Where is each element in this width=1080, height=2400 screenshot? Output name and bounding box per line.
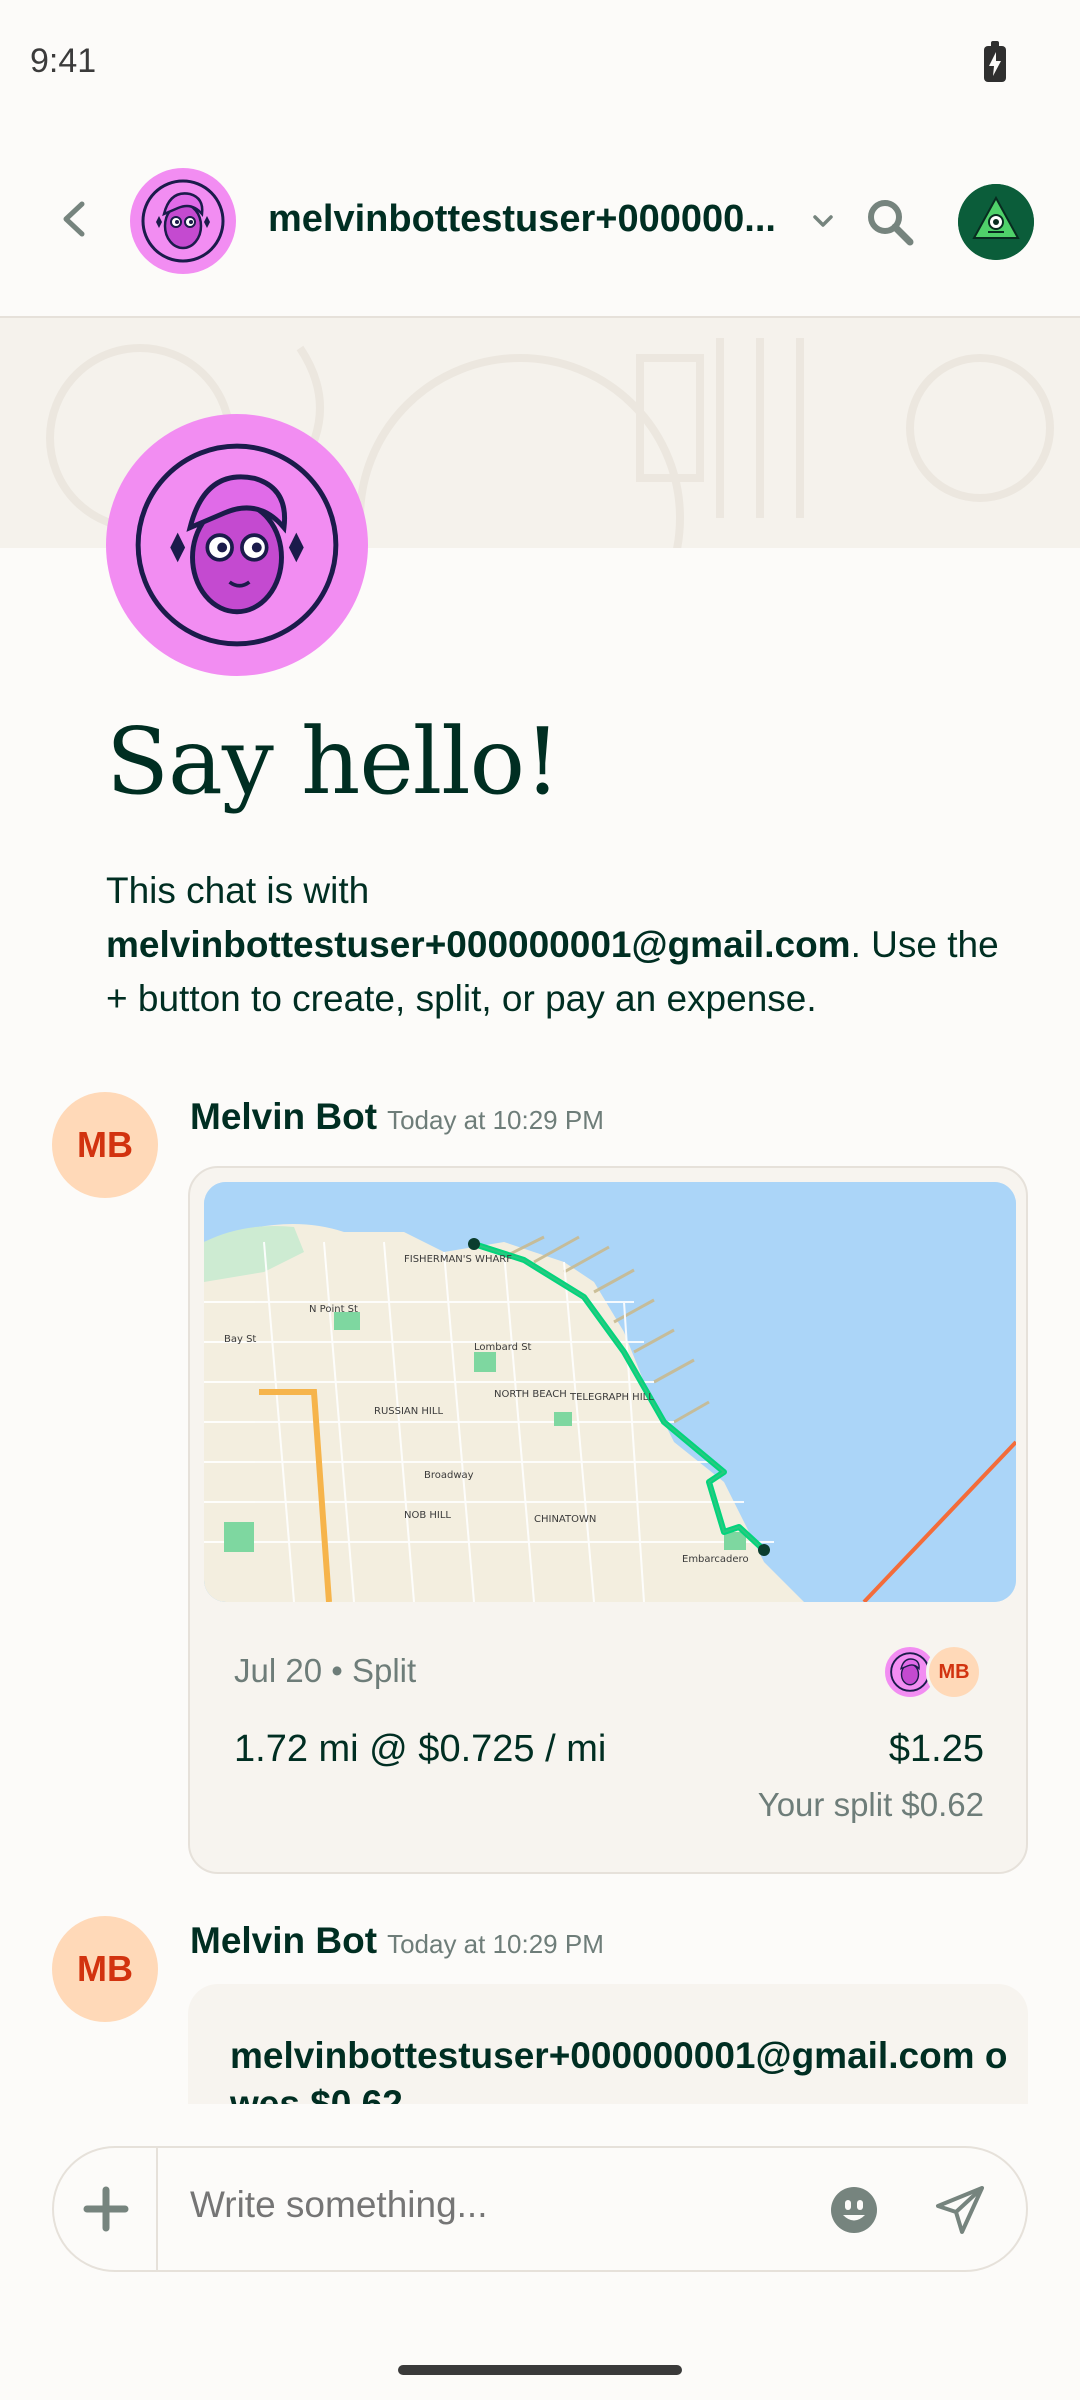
home-indicator[interactable] xyxy=(398,2365,682,2375)
status-time: 9:41 xyxy=(30,42,97,80)
expense-amount: $1.25 xyxy=(888,1728,984,1770)
map-label: Embarcadero xyxy=(682,1554,749,1565)
create-button[interactable] xyxy=(54,2148,158,2270)
emoji-button[interactable] xyxy=(828,2184,880,2236)
chat-title[interactable]: melvinbottestuser+000000... xyxy=(268,198,798,241)
message-avatar[interactable]: MB xyxy=(52,1092,158,1198)
expense-description: 1.72 mi @ $0.725 / mi xyxy=(234,1728,607,1770)
intro-avatar[interactable] xyxy=(106,414,368,676)
intro-text-prefix: This chat is with xyxy=(106,870,370,911)
route-map[interactable]: FISHERMAN'S WHARF NORTH BEACH TELEGRAPH … xyxy=(204,1182,1016,1602)
search-button[interactable] xyxy=(862,194,918,250)
chevron-left-icon xyxy=(63,201,85,237)
expense-your-split: Your split $0.62 xyxy=(757,1786,984,1823)
iou-report-text: melvinbottestuser+000000001@gmail.com ow… xyxy=(230,2035,1008,2104)
message-author: Melvin Bot Today at 10:29 PM xyxy=(190,1096,604,1138)
message-author-name: Melvin Bot xyxy=(190,1096,378,1137)
send-icon xyxy=(936,2186,984,2234)
message-author: Melvin Bot Today at 10:29 PM xyxy=(190,1920,604,1962)
back-button[interactable] xyxy=(52,196,98,242)
map-label: Bay St xyxy=(224,1334,256,1345)
message-input[interactable] xyxy=(190,2184,810,2226)
map-label: TELEGRAPH HILL xyxy=(569,1392,654,1403)
emoji-icon xyxy=(831,2187,877,2233)
composer xyxy=(52,2146,1028,2272)
intro-email[interactable]: melvinbottestuser+000000001@gmail.com xyxy=(106,924,851,965)
search-icon xyxy=(868,200,914,246)
participant-avatar: MB xyxy=(926,1644,982,1700)
expense-meta: Jul 20 • Split xyxy=(234,1652,417,1689)
map-label: NOB HILL xyxy=(404,1510,451,1521)
map-label: Broadway xyxy=(424,1470,474,1481)
intro-title: Say hello! xyxy=(106,708,561,815)
map-label: CHINATOWN xyxy=(534,1514,596,1525)
workspace-avatar[interactable] xyxy=(958,184,1034,260)
map-label: N Point St xyxy=(309,1304,358,1315)
map-label: RUSSIAN HILL xyxy=(374,1406,443,1417)
chat-header: melvinbottestuser+000000... xyxy=(0,126,1080,318)
message-timestamp: Today at 10:29 PM xyxy=(387,1105,604,1135)
status-bar: 9:41 xyxy=(0,0,1080,126)
chat-avatar[interactable] xyxy=(130,168,236,274)
expense-card[interactable]: FISHERMAN'S WHARF NORTH BEACH TELEGRAPH … xyxy=(188,1166,1028,1874)
chat-area[interactable]: Say hello! This chat is with melvinbotte… xyxy=(0,318,1080,2104)
map-label: NORTH BEACH xyxy=(494,1389,567,1400)
chevron-down-icon[interactable] xyxy=(808,206,838,236)
plus-icon xyxy=(83,2186,129,2232)
message-author-name: Melvin Bot xyxy=(190,1920,378,1961)
map-label: FISHERMAN'S WHARF xyxy=(404,1254,512,1265)
message-timestamp: Today at 10:29 PM xyxy=(387,1929,604,1959)
send-button[interactable] xyxy=(934,2184,986,2236)
message-avatar[interactable]: MB xyxy=(52,1916,158,2022)
participant-avatars: MB xyxy=(882,1644,992,1700)
map-label: Lombard St xyxy=(474,1342,532,1353)
iou-report-card[interactable]: melvinbottestuser+000000001@gmail.com ow… xyxy=(188,1984,1028,2104)
battery-icon xyxy=(984,41,1006,82)
intro-text: This chat is with melvinbottestuser+0000… xyxy=(106,864,1006,1026)
